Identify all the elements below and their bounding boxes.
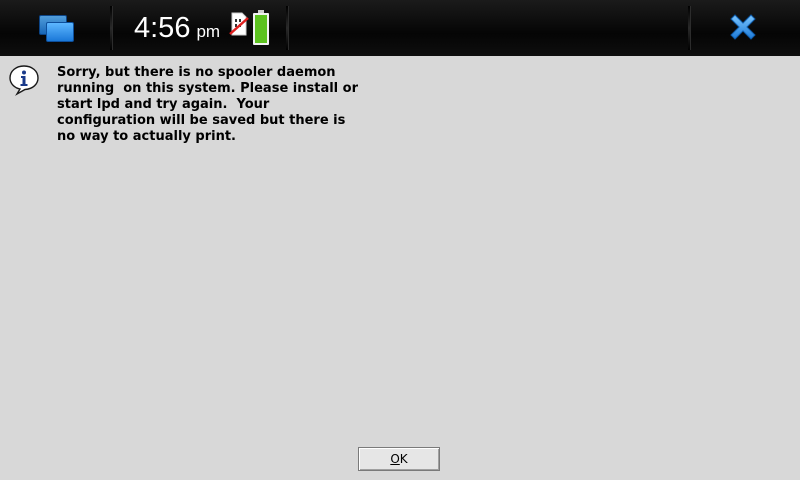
ok-button[interactable]: OK [358,447,440,471]
info-icon [9,65,39,96]
dialog: Sorry, but there is no spooler daemon ru… [0,56,800,480]
status-separator [110,6,113,50]
ok-button-label-rest: K [399,452,408,466]
clock[interactable]: 4:56 pm [134,8,220,48]
message-line: configuration will be saved but there is [57,113,346,128]
status-separator [286,6,289,50]
status-bar: 4:56 pm [0,0,800,56]
status-separator [688,6,691,50]
no-sim-icon [229,12,249,36]
battery-full-icon [253,10,269,45]
ok-button-mnemonic: O [390,452,400,466]
close-icon[interactable] [724,10,762,46]
clock-time: 4:56 [134,12,191,44]
task-switcher-icon[interactable] [36,12,76,44]
message-line: running on this system. Please install o… [57,81,359,96]
clock-ampm: pm [196,22,221,41]
message-line: no way to actually print. [57,129,236,144]
message-line: Sorry, but there is no spooler daemon [57,65,336,80]
message-line: start lpd and try again. Your [57,97,270,112]
window-shape-front [46,22,74,42]
dialog-message: Sorry, but there is no spooler daemon ru… [57,65,359,145]
